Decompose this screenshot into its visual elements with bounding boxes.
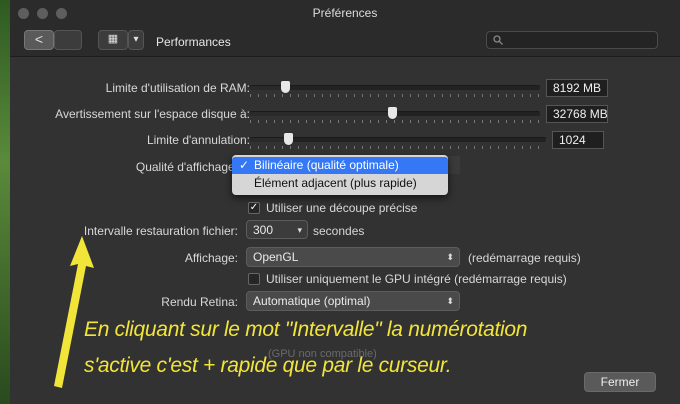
back-button[interactable]: < [24,30,54,50]
close-button[interactable]: Fermer [584,372,656,392]
title-bar: Préférences [10,0,680,26]
integrated-gpu-label: Utiliser uniquement le GPU intégré (redé… [266,272,567,286]
popup-arrows-icon: ⬍ [446,296,454,306]
undo-limit-field[interactable]: 1024 [552,131,604,149]
section-title: Performances [156,35,231,49]
restore-interval-unit: secondes [313,224,365,238]
restore-interval-stepper[interactable]: 300 ▾ [246,220,308,239]
disk-slider-knob[interactable] [388,107,398,119]
grid-icon[interactable]: ▦ [98,30,128,50]
search-icon [493,35,503,45]
retina-value: Automatique (optimal) [253,294,371,308]
ram-limit-slider[interactable] [250,81,540,97]
display-popup[interactable]: OpenGL ⬍ [246,247,460,267]
toolbar: < ▦ ▾ Performances [10,26,680,57]
undo-slider-knob[interactable] [284,133,294,145]
annotation-line-2: s'active c'est + rapide que par le curse… [84,354,452,377]
ram-slider-knob[interactable] [280,81,290,93]
checkmark-icon: ✓ [239,158,250,172]
chevron-down-icon[interactable]: ▾ [128,30,144,50]
preferences-window: Préférences < ▦ ▾ Performances Limite d'… [10,0,680,404]
display-quality-label: Qualité d'affichage: [135,160,238,174]
menu-item-nearest[interactable]: Élément adjacent (plus rapide) [232,175,448,192]
display-label: Affichage: [184,251,238,265]
retina-popup[interactable]: Automatique (optimal) ⬍ [246,291,460,311]
disk-warning-field[interactable]: 32768 MB [546,105,608,123]
menu-item-label: Bilinéaire (qualité optimale) [254,158,399,172]
retina-label: Rendu Retina: [161,295,238,309]
popup-arrows-icon: ⬍ [446,252,454,262]
menu-item-label: Élément adjacent (plus rapide) [254,176,417,190]
undo-limit-label: Limite d'annulation: [146,133,250,147]
window-title: Préférences [312,6,378,20]
integrated-gpu-checkbox[interactable] [248,273,260,285]
restart-required-note: (redémarrage requis) [468,251,581,265]
forward-button[interactable] [54,30,82,50]
restore-interval-label[interactable]: Intervalle restauration fichier: [84,224,238,238]
search-input[interactable] [486,31,658,49]
undo-limit-slider[interactable] [250,133,546,149]
precise-clip-label: Utiliser une découpe précise [266,201,418,215]
disk-warning-label: Avertissement sur l'espace disque à: [55,107,250,121]
display-quality-menu: ✓ Bilinéaire (qualité optimale) Élément … [232,155,448,195]
chevron-down-icon: ▾ [297,225,302,235]
precise-clip-checkbox[interactable]: ✓ [248,202,260,214]
annotation-line-1: En cliquant sur le mot "Intervalle" la n… [84,318,528,341]
ram-limit-field[interactable]: 8192 MB [546,79,608,97]
menu-item-bilinear[interactable]: ✓ Bilinéaire (qualité optimale) [232,157,448,174]
restore-interval-value: 300 [253,223,274,237]
disk-warning-slider[interactable] [250,107,540,123]
display-value: OpenGL [253,250,299,264]
ram-limit-label: Limite d'utilisation de RAM: [105,81,250,95]
